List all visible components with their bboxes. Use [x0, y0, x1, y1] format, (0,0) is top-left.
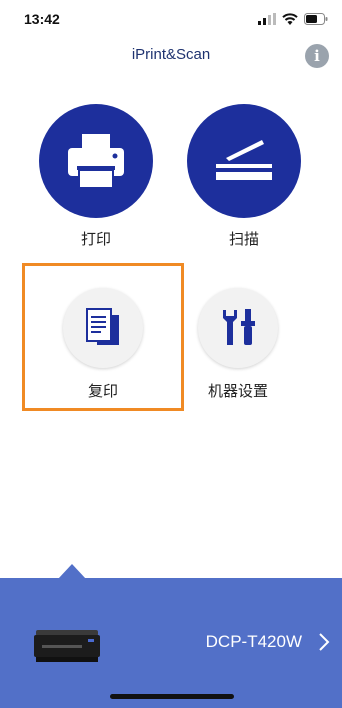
settings-label: 机器设置 [207, 382, 268, 400]
device-bar-pointer [58, 564, 86, 579]
settings-button[interactable] [198, 288, 278, 368]
copy-document-icon [86, 308, 119, 345]
device-name[interactable]: DCP-T420W [206, 632, 302, 652]
info-icon[interactable]: i [305, 44, 329, 68]
wifi-icon [282, 13, 298, 25]
printer-icon [68, 134, 124, 189]
scan-label: 扫描 [228, 230, 259, 248]
status-bar: 13:42 [0, 0, 342, 40]
print-button[interactable] [39, 104, 153, 218]
scan-tile[interactable]: 扫描 [184, 104, 304, 249]
battery-icon [304, 13, 328, 25]
scan-button[interactable] [187, 104, 301, 218]
settings-tile[interactable]: 机器设置 [178, 288, 298, 401]
copy-button[interactable] [63, 288, 143, 368]
chevron-right-icon[interactable] [318, 632, 330, 652]
scanner-icon [216, 140, 272, 180]
tools-icon [223, 309, 255, 345]
status-time: 13:42 [24, 11, 60, 27]
status-icons [258, 13, 328, 25]
home-indicator [110, 694, 234, 699]
copy-label: 复印 [87, 382, 118, 400]
signal-icon [258, 13, 276, 25]
print-label: 打印 [80, 230, 111, 248]
print-tile[interactable]: 打印 [36, 104, 156, 249]
copy-tile[interactable]: 复印 [43, 288, 163, 401]
printer-thumbnail [34, 630, 100, 662]
page-title: iPrint&Scan [131, 46, 211, 63]
